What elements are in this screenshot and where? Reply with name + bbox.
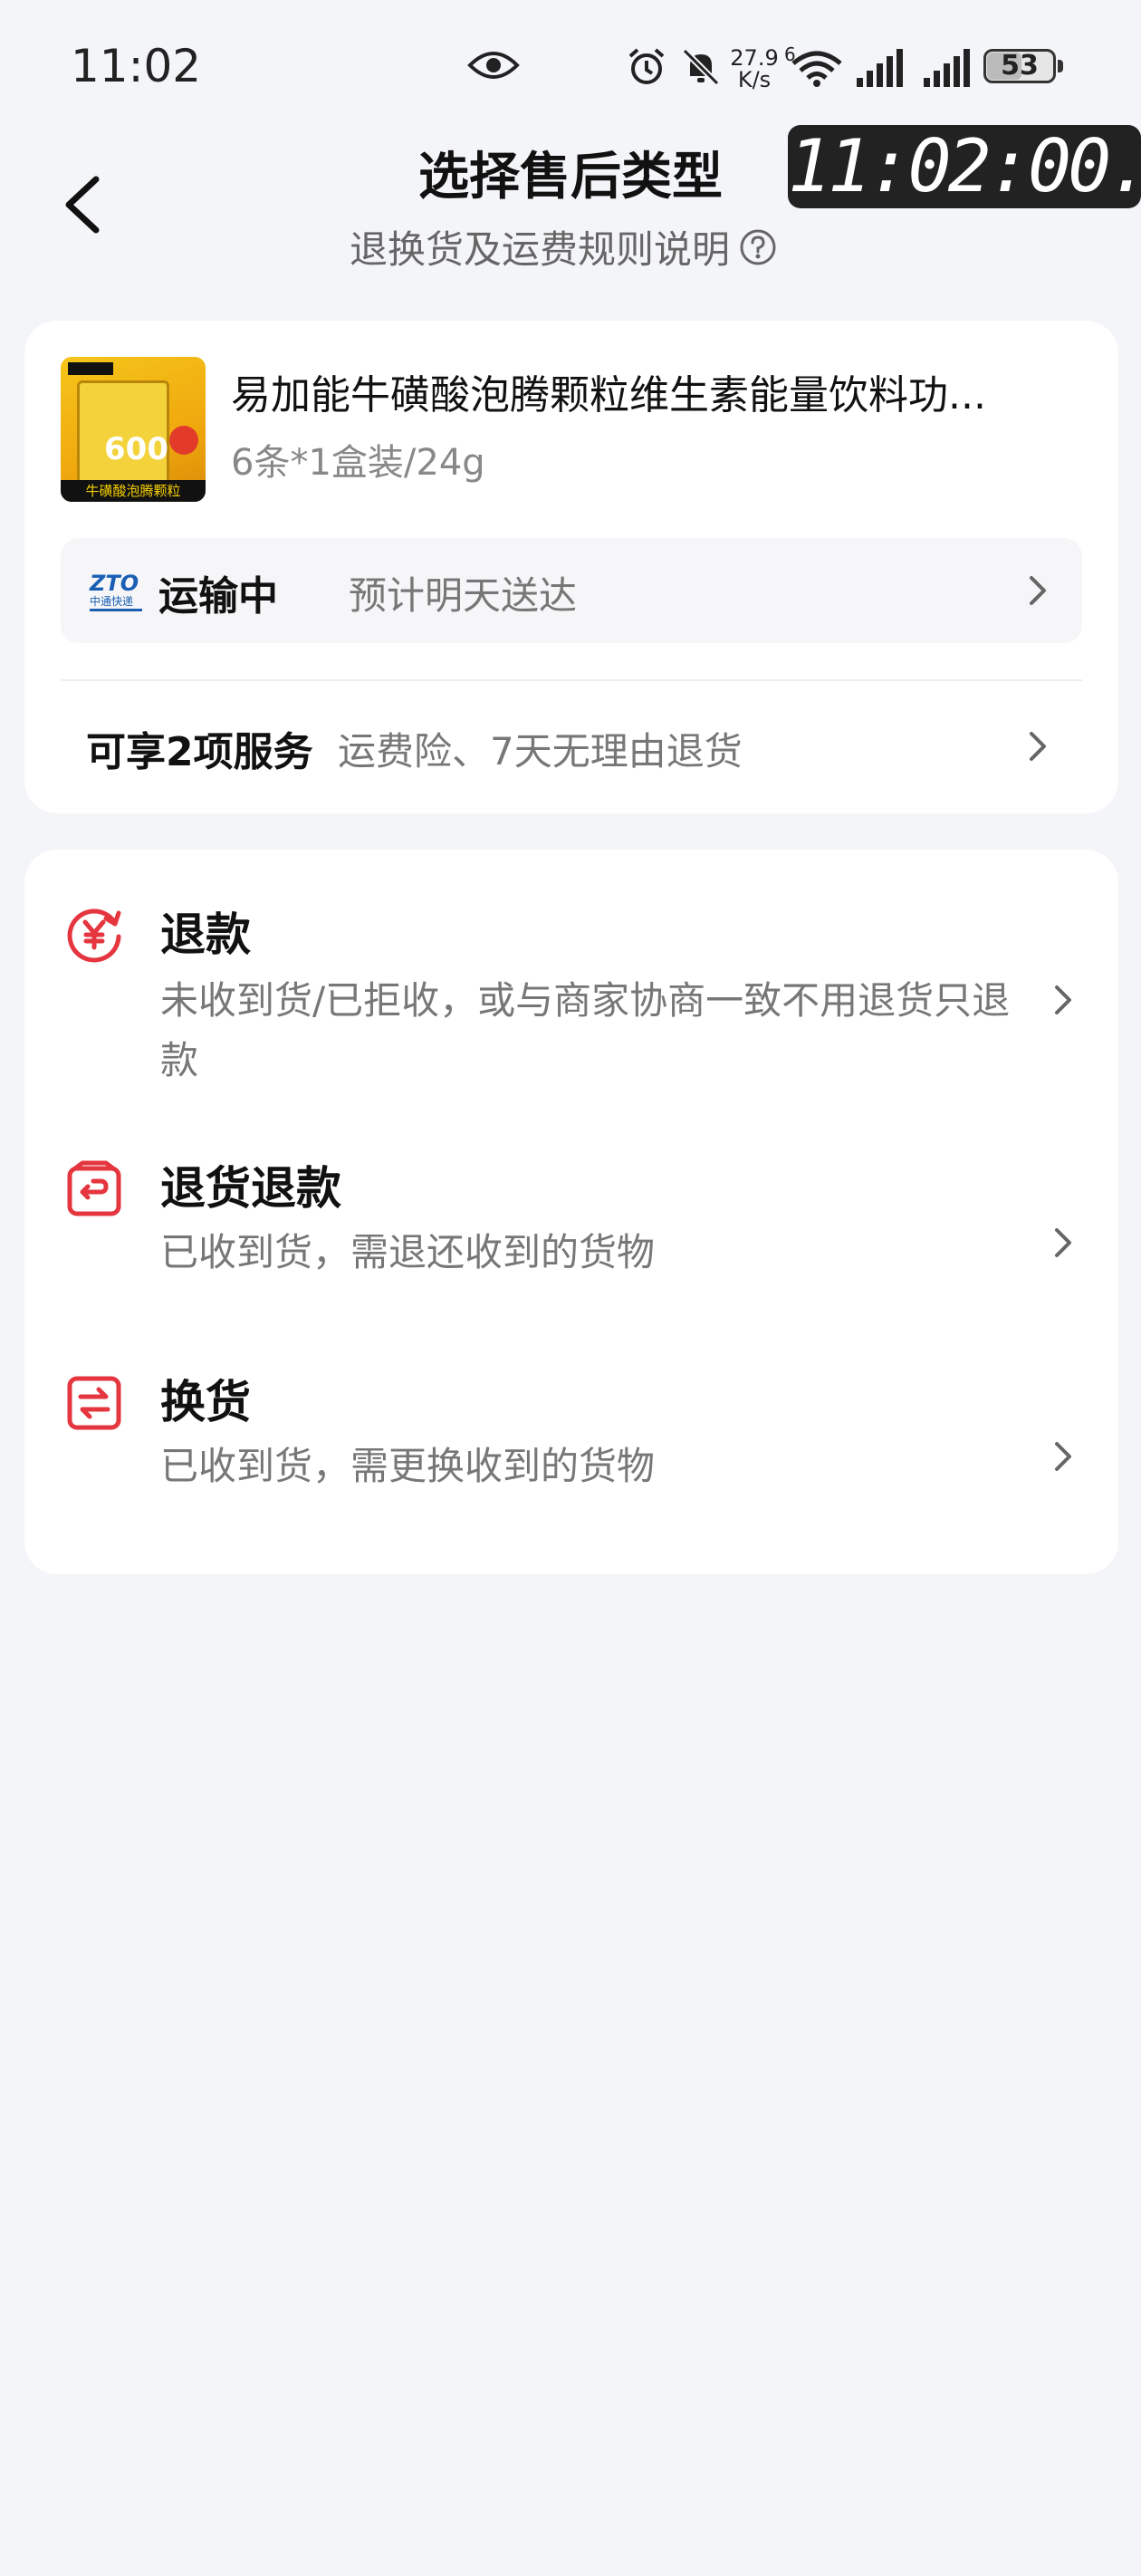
option-refund-desc: 未收到货/已拒收，或与商家协商一致不用退货只退款	[160, 978, 1011, 1082]
rules-link-label: 退换货及运费规则说明	[350, 227, 731, 272]
option-refund[interactable]: 退款 未收到货/已拒收，或与商家协商一致不用退货只退款	[24, 850, 1118, 1130]
battery-level: 53	[1001, 50, 1039, 82]
thumbnail-logo	[68, 362, 113, 375]
aftersale-options-card: 退款 未收到货/已拒收，或与商家协商一致不用退货只退款 退货退款 已收到货，需退…	[24, 850, 1118, 1574]
services-title: 可享2项服务	[86, 729, 313, 775]
svg-text:ZTO: ZTO	[89, 571, 139, 596]
shipping-status: 运输中	[158, 573, 278, 620]
cell-signal-icon	[857, 49, 903, 87]
eye-icon	[467, 52, 520, 79]
chevron-right-icon	[1055, 985, 1071, 1014]
option-exchange[interactable]: 换货 已收到货，需更换收到的货物	[24, 1348, 1118, 1574]
option-return-refund-desc: 已收到货，需退还收到的货物	[160, 1230, 656, 1274]
services-row[interactable]: 可享2项服务 运费险、7天无理由退货	[61, 681, 1082, 813]
refund-yuan-icon	[67, 908, 121, 963]
option-refund-title: 退款	[160, 908, 251, 961]
product-thumbnail[interactable]: 600 牛磺酸泡腾颗粒	[61, 357, 206, 502]
cell-signal-icon	[924, 49, 970, 87]
chevron-right-icon	[1055, 1228, 1071, 1257]
wifi-icon	[791, 51, 842, 87]
question-circle-icon	[740, 229, 776, 264]
chevron-right-icon	[1030, 732, 1046, 761]
option-return-refund[interactable]: 退货退款 已收到货，需退还收到的货物	[24, 1130, 1118, 1348]
network-speed: 27.9 K/s	[730, 47, 779, 91]
option-exchange-title: 换货	[160, 1376, 251, 1428]
chevron-right-icon	[1030, 576, 1046, 605]
option-return-refund-title: 退货退款	[160, 1162, 341, 1215]
shipping-eta: 预计明天送达	[349, 573, 578, 618]
mute-bell-icon	[682, 48, 720, 86]
return-box-icon	[67, 1160, 121, 1216]
exchange-icon	[67, 1376, 121, 1430]
services-desc: 运费险、7天无理由退货	[338, 729, 743, 774]
zto-courier-logo-icon: ZTO 中通快递	[89, 571, 142, 611]
back-arrow-icon[interactable]	[56, 172, 110, 235]
rules-link[interactable]: 退换货及运费规则说明	[350, 219, 777, 274]
product-title[interactable]: 易加能牛磺酸泡腾颗粒维生素能量饮料功...	[231, 362, 1082, 420]
status-time: 11:02	[71, 40, 202, 92]
option-exchange-desc: 已收到货，需更换收到的货物	[160, 1444, 656, 1488]
network-speed-unit: K/s	[737, 67, 772, 92]
thumbnail-seal	[169, 426, 198, 455]
shipping-status-row[interactable]: ZTO 中通快递 运输中 预计明天送达	[61, 538, 1082, 643]
courier-name: 中通快递	[90, 594, 133, 608]
alarm-icon	[628, 48, 665, 84]
network-speed-value: 27.9	[730, 45, 779, 71]
battery-icon: 53	[983, 49, 1067, 87]
chevron-right-icon	[1055, 1442, 1071, 1471]
product-spec: 6条*1盒装/24g	[231, 442, 485, 484]
order-card: 600 牛磺酸泡腾颗粒 易加能牛磺酸泡腾颗粒维生素能量饮料功... 6条*1盒装…	[24, 321, 1118, 813]
thumbnail-number: 600	[104, 431, 168, 467]
status-bar: 11:02 27.9 K/s 6 53	[0, 0, 1141, 136]
thumbnail-band: 牛磺酸泡腾颗粒	[61, 480, 206, 502]
page-title: 选择售后类型	[418, 148, 723, 207]
